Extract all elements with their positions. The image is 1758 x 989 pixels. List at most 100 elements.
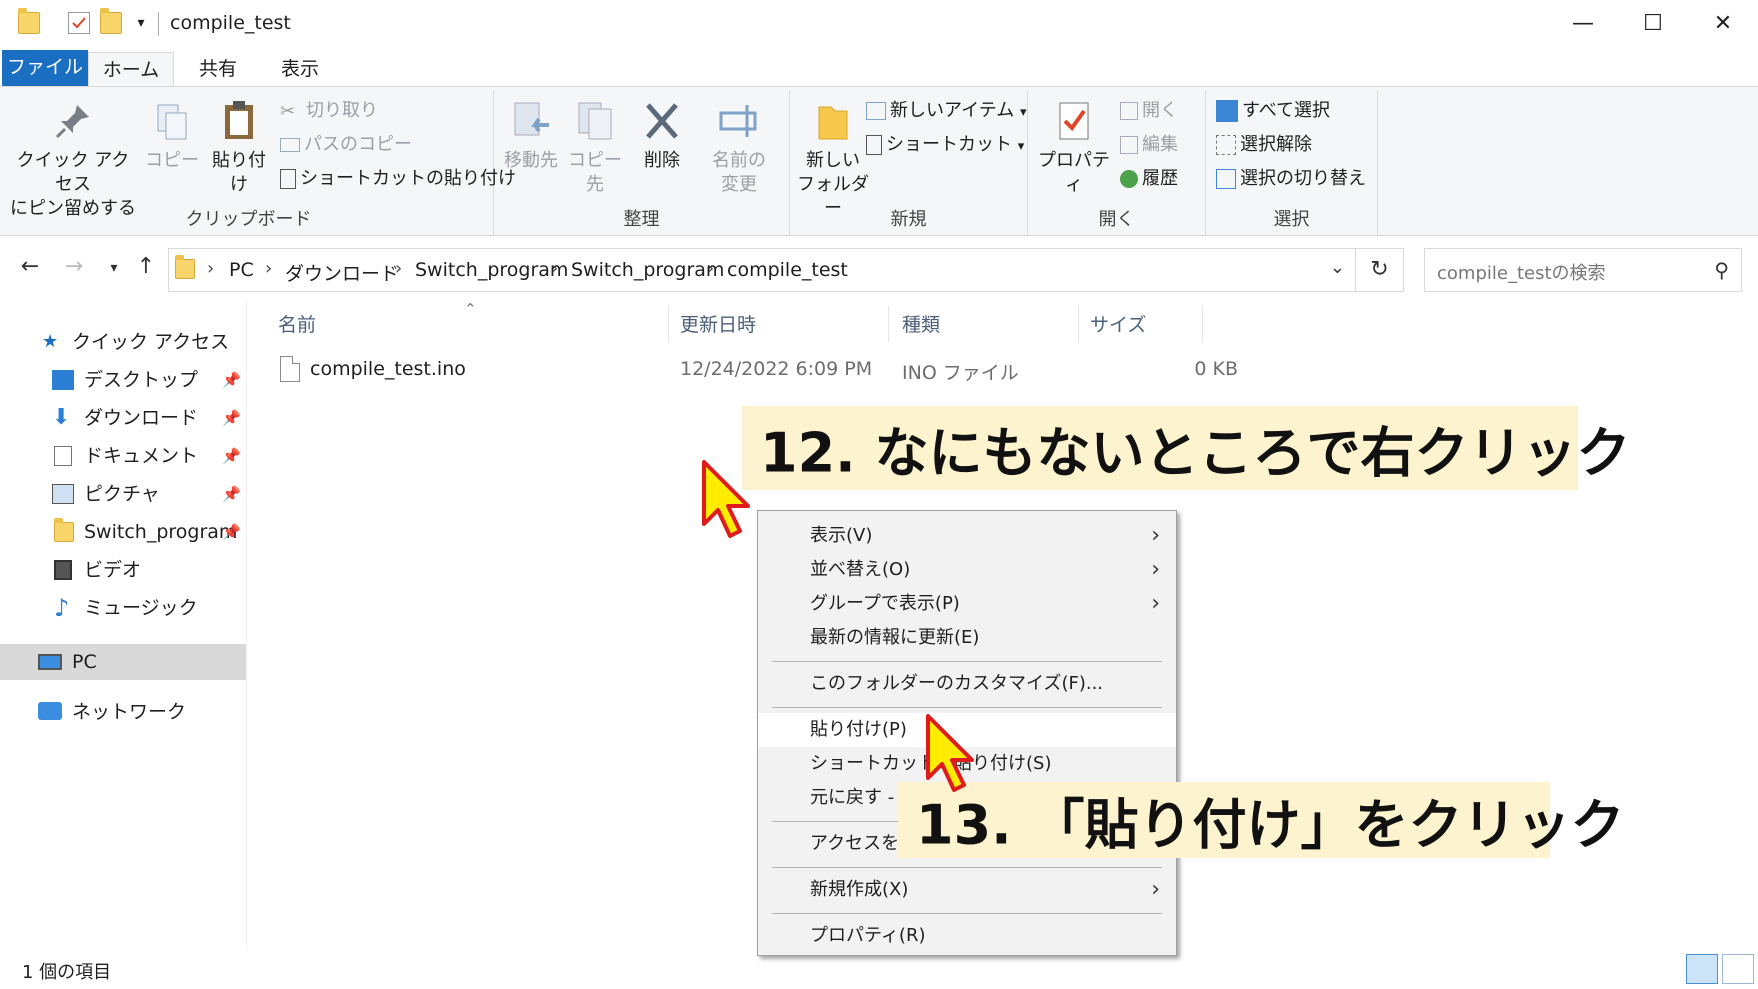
- open-button[interactable]: 開く: [1120, 99, 1178, 123]
- open-icon: [1120, 102, 1138, 120]
- column-separator[interactable]: [1202, 306, 1203, 342]
- file-modified: 12/24/2022 6:09 PM: [680, 358, 873, 380]
- edit-button[interactable]: 編集: [1120, 133, 1178, 157]
- nav-documents[interactable]: ドキュメント 📌: [0, 438, 246, 474]
- copy-button[interactable]: コピー: [142, 99, 202, 173]
- maximize-button[interactable]: ☐: [1618, 0, 1688, 48]
- menu-item-refresh[interactable]: 最新の情報に更新(E): [758, 621, 1176, 655]
- shortcut-icon: [866, 135, 882, 155]
- chevron-down-icon[interactable]: ▾: [130, 12, 152, 34]
- column-header-size[interactable]: サイズ: [1090, 310, 1146, 337]
- column-header-type[interactable]: 種類: [902, 310, 940, 337]
- invert-selection-label: 選択の切り替え: [1240, 168, 1366, 189]
- minimize-button[interactable]: —: [1548, 0, 1618, 48]
- paste-button[interactable]: 貼り付け: [204, 99, 274, 197]
- nav-pictures[interactable]: ピクチャ 📌: [0, 476, 246, 512]
- refresh-button[interactable]: ↻: [1356, 248, 1404, 292]
- chevron-down-icon[interactable]: ⌄: [1330, 257, 1345, 278]
- nav-desktop[interactable]: デスクトップ 📌: [0, 362, 246, 398]
- invert-selection-button[interactable]: 選択の切り替え: [1216, 167, 1366, 191]
- computer-icon: [38, 654, 62, 670]
- breadcrumb-pc[interactable]: PC: [229, 259, 254, 281]
- copy-label: コピー: [145, 150, 199, 171]
- file-icon: [280, 356, 300, 382]
- table-row[interactable]: compile_test.ino 12/24/2022 6:09 PM INO …: [278, 354, 1478, 388]
- tab-file[interactable]: ファイル: [2, 50, 88, 86]
- breadcrumb-switch-program-sub[interactable]: Switch_program: [571, 259, 724, 281]
- details-view-button[interactable]: [1686, 954, 1718, 984]
- breadcrumb-switch-program[interactable]: Switch_program: [415, 259, 568, 281]
- column-separator[interactable]: [668, 306, 669, 342]
- properties-button[interactable]: プロパティ: [1034, 99, 1114, 197]
- column-header-name[interactable]: 名前: [278, 310, 316, 337]
- rename-icon: [717, 99, 761, 143]
- pin-icon[interactable]: 📌: [222, 362, 241, 398]
- easy-access-label: ショートカット: [886, 134, 1012, 155]
- nav-downloads[interactable]: ⬇ ダウンロード 📌: [0, 400, 246, 436]
- nav-switch-program[interactable]: Switch_program 📌: [0, 514, 246, 550]
- folder-icon: [18, 8, 40, 34]
- address-bar[interactable]: › PC › ダウンロード › Switch_program › Switch_…: [168, 248, 1356, 292]
- menu-item-properties[interactable]: プロパティ(R): [758, 919, 1176, 953]
- organize-group-label: 整理: [623, 209, 660, 230]
- search-input[interactable]: compile_testの検索 ⚲: [1424, 248, 1742, 292]
- delete-icon: [640, 99, 684, 143]
- nav-music-label: ミュージック: [84, 597, 198, 619]
- tab-view[interactable]: 表示: [262, 52, 338, 86]
- paste-shortcut-icon: [280, 169, 296, 189]
- menu-item-new-label: 新規作成(X): [810, 879, 909, 900]
- copy-path-button[interactable]: パスのコピー: [280, 133, 412, 157]
- paste-shortcut-button[interactable]: ショートカットの貼り付け: [280, 167, 516, 191]
- new-folder-icon[interactable]: [100, 8, 122, 34]
- pin-icon[interactable]: 📌: [222, 514, 241, 550]
- easy-access-button[interactable]: ショートカット ▾: [866, 133, 1024, 159]
- close-button[interactable]: ✕: [1688, 0, 1758, 48]
- select-none-button[interactable]: 選択解除: [1216, 133, 1312, 157]
- forward-button[interactable]: →: [58, 254, 90, 279]
- breadcrumb-downloads[interactable]: ダウンロード: [285, 259, 399, 286]
- nav-music[interactable]: ♪ ミュージック: [0, 590, 246, 626]
- tab-home[interactable]: ホーム: [88, 52, 174, 86]
- pin-icon[interactable]: 📌: [222, 438, 241, 474]
- nav-pc[interactable]: PC: [0, 644, 246, 680]
- select-all-icon: [1216, 100, 1238, 122]
- paste-shortcut-label: ショートカットの貼り付け: [300, 168, 516, 189]
- column-header-modified[interactable]: 更新日時: [680, 310, 756, 337]
- column-separator[interactable]: [888, 306, 889, 342]
- pin-quick-access-button[interactable]: クイック アクセス にピン留めする: [8, 99, 138, 221]
- menu-item-sort-by[interactable]: 並べ替え(O) ›: [758, 553, 1176, 587]
- new-folder-button[interactable]: 新しい フォルダー: [794, 99, 872, 221]
- pin-icon[interactable]: 📌: [222, 476, 241, 512]
- move-to-button[interactable]: 移動先: [500, 99, 562, 173]
- menu-item-new[interactable]: 新規作成(X) ›: [758, 873, 1176, 907]
- menu-item-view[interactable]: 表示(V) ›: [758, 519, 1176, 553]
- nav-network[interactable]: ネットワーク: [0, 694, 246, 730]
- history-button[interactable]: 履歴: [1120, 167, 1178, 191]
- back-button[interactable]: ←: [14, 254, 46, 279]
- nav-videos[interactable]: ビデオ: [0, 552, 246, 588]
- window-title: compile_test: [170, 12, 291, 34]
- up-button[interactable]: ↑: [130, 254, 162, 279]
- chevron-right-icon: ›: [707, 258, 715, 279]
- properties-icon[interactable]: [68, 12, 90, 34]
- menu-item-customize[interactable]: このフォルダーのカスタマイズ(F)...: [758, 667, 1176, 701]
- scissors-icon: ✂: [280, 101, 296, 122]
- column-separator[interactable]: [1078, 306, 1079, 342]
- paste-label: 貼り付け: [212, 150, 266, 195]
- cut-button[interactable]: ✂ 切り取り: [280, 99, 378, 123]
- menu-separator: [772, 867, 1162, 868]
- new-item-icon: [866, 102, 886, 120]
- menu-item-group-by[interactable]: グループで表示(P) ›: [758, 587, 1176, 621]
- large-icons-view-button[interactable]: [1722, 954, 1754, 984]
- delete-button[interactable]: 削除: [632, 99, 692, 173]
- tab-share[interactable]: 共有: [180, 52, 256, 86]
- copy-to-button[interactable]: コピー先: [562, 99, 628, 197]
- pin-icon[interactable]: 📌: [222, 400, 241, 436]
- nav-quick-access[interactable]: ★ クイック アクセス: [0, 324, 246, 360]
- new-item-button[interactable]: 新しいアイテム ▾: [866, 99, 1026, 125]
- rename-button[interactable]: 名前の 変更: [702, 99, 776, 197]
- breadcrumb-compile-test[interactable]: compile_test: [727, 259, 848, 281]
- select-all-button[interactable]: すべて選択: [1216, 99, 1330, 123]
- recent-locations-button[interactable]: ▾: [98, 260, 130, 276]
- pin-icon: [51, 99, 95, 143]
